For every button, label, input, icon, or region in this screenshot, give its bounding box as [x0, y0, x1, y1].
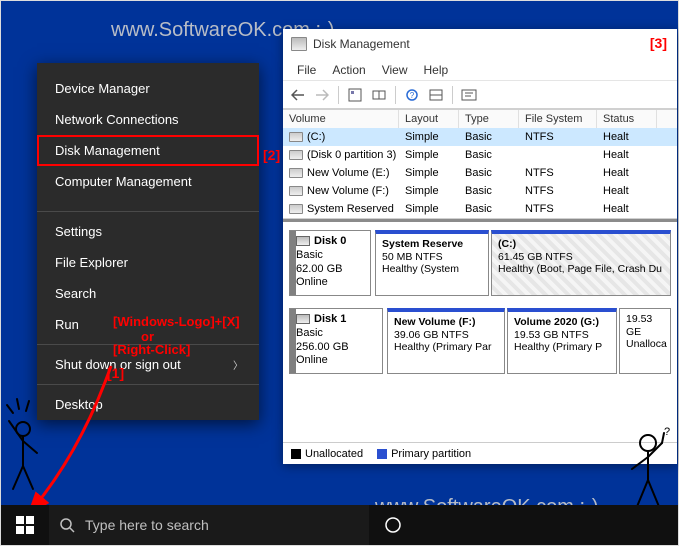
legend-label: Unallocated	[305, 448, 363, 460]
window-title: Disk Management	[313, 37, 410, 51]
winx-item[interactable]: Settings	[37, 216, 259, 247]
disk-management-window: Disk Management [3] File Action View Hel…	[283, 29, 677, 464]
taskbar-search[interactable]: Type here to search	[49, 505, 369, 545]
partition[interactable]: 19.53 GEUnalloca	[619, 308, 671, 374]
toolbar-separator	[338, 86, 339, 104]
disk-row: Disk 1Basic256.00 GBOnlineNew Volume (F:…	[289, 308, 671, 374]
winx-item[interactable]: Network Connections	[37, 104, 259, 135]
search-placeholder: Type here to search	[85, 517, 209, 533]
toolbar-separator	[452, 86, 453, 104]
legend-label: Primary partition	[391, 448, 471, 460]
toolbar-btn[interactable]	[458, 84, 480, 106]
toolbar-btn[interactable]	[368, 84, 390, 106]
disk-graphical-view: Disk 0Basic62.00 GBOnlineSystem Reserve5…	[283, 219, 677, 442]
toolbar-btn[interactable]	[344, 84, 366, 106]
svg-text:?: ?	[410, 91, 415, 100]
partition[interactable]: System Reserve50 MB NTFSHealthy (System	[375, 230, 489, 296]
nav-back-button[interactable]	[287, 84, 309, 106]
winx-item[interactable]: File Explorer	[37, 247, 259, 278]
disk-info[interactable]: Disk 0Basic62.00 GBOnline	[289, 230, 371, 296]
windows-logo-icon	[16, 516, 34, 534]
col-volume[interactable]: Volume	[283, 110, 399, 128]
volume-icon	[289, 168, 303, 178]
cortana-button[interactable]	[369, 505, 417, 545]
disk-row: Disk 0Basic62.00 GBOnlineSystem Reserve5…	[289, 230, 671, 296]
col-type[interactable]: Type	[459, 110, 519, 128]
col-status[interactable]: Status	[597, 110, 657, 128]
annotation-3: [3]	[650, 35, 667, 51]
winx-item[interactable]: Disk Management	[37, 135, 259, 166]
winx-item[interactable]	[37, 197, 259, 207]
disk-icon	[296, 236, 310, 246]
winx-item[interactable]: Computer Management	[37, 166, 259, 197]
winx-shutdown[interactable]: Shut down or sign out〉	[37, 349, 259, 380]
nav-forward-button[interactable]	[311, 84, 333, 106]
legend: Unallocated Primary partition	[283, 442, 677, 464]
table-row[interactable]: New Volume (E:)SimpleBasicNTFSHealt	[283, 164, 677, 182]
volume-icon	[289, 150, 303, 160]
menu-help[interactable]: Help	[416, 61, 457, 79]
winx-item[interactable]: Run	[37, 309, 259, 340]
legend-unallocated: Unallocated	[291, 448, 363, 460]
menu-view[interactable]: View	[374, 61, 416, 79]
disk-management-icon	[291, 37, 307, 51]
table-row[interactable]: New Volume (F:)SimpleBasicNTFSHealt	[283, 182, 677, 200]
disk-icon	[296, 314, 310, 324]
menu-file[interactable]: File	[289, 61, 324, 79]
winx-item[interactable]: Device Manager	[37, 73, 259, 104]
annotation-2: [2]	[263, 147, 280, 163]
table-row[interactable]: (C:)SimpleBasicNTFSHealt	[283, 128, 677, 146]
legend-primary: Primary partition	[377, 448, 471, 460]
table-row[interactable]: System ReservedSimpleBasicNTFSHealt	[283, 200, 677, 218]
partition[interactable]: New Volume (F:)39.06 GB NTFSHealthy (Pri…	[387, 308, 505, 374]
chevron-right-icon: 〉	[233, 357, 243, 372]
table-row[interactable]: (Disk 0 partition 3)SimpleBasicHealt	[283, 146, 677, 164]
partition[interactable]: Volume 2020 (G:)19.53 GB NTFSHealthy (Pr…	[507, 308, 617, 374]
col-filesystem[interactable]: File System	[519, 110, 597, 128]
winx-item[interactable]: Search	[37, 278, 259, 309]
menu-action[interactable]: Action	[324, 61, 373, 79]
toolbar-btn[interactable]	[425, 84, 447, 106]
help-button[interactable]: ?	[401, 84, 423, 106]
volume-icon	[289, 132, 303, 142]
winx-menu: Device ManagerNetwork ConnectionsDisk Ma…	[37, 63, 259, 420]
search-icon	[59, 517, 75, 533]
toolbar-separator	[395, 86, 396, 104]
winx-desktop[interactable]: Desktop	[37, 389, 259, 420]
partition[interactable]: (C:)61.45 GB NTFSHealthy (Boot, Page Fil…	[491, 230, 671, 296]
volume-icon	[289, 186, 303, 196]
disk-info[interactable]: Disk 1Basic256.00 GBOnline	[289, 308, 383, 374]
volume-icon	[289, 204, 303, 214]
volume-table: Volume Layout Type File System Status (C…	[283, 109, 677, 219]
col-layout[interactable]: Layout	[399, 110, 459, 128]
taskbar: Type here to search	[1, 505, 678, 545]
menu-bar: File Action View Help	[283, 59, 677, 81]
toolbar: ?	[283, 81, 677, 109]
window-titlebar: Disk Management [3]	[283, 29, 677, 59]
start-button[interactable]	[1, 505, 49, 545]
table-header: Volume Layout Type File System Status	[283, 110, 677, 128]
